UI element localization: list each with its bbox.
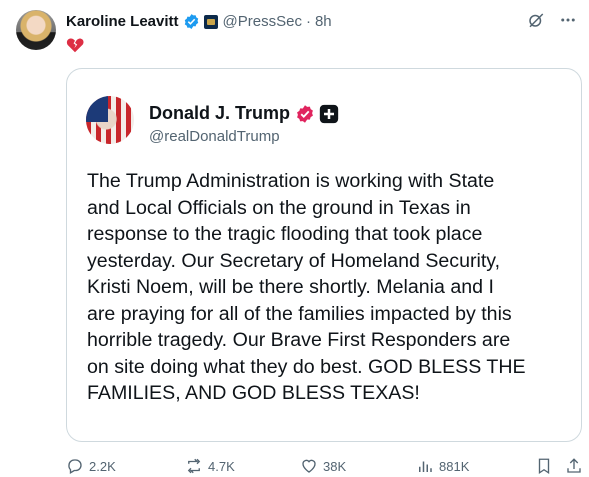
quoted-post-text: The Trump Administration is working with… <box>87 170 526 404</box>
views-icon <box>419 461 432 472</box>
quoted-author-header: Donald J. Trump <box>149 103 339 124</box>
views-button[interactable]: 881K <box>416 457 469 475</box>
views-count: 881K <box>439 458 470 474</box>
reply-button[interactable]: 2.2K <box>66 457 116 475</box>
truth-social-icon <box>319 104 339 124</box>
grok-icon[interactable] <box>527 11 545 34</box>
quoted-author-avatar[interactable] <box>86 96 134 144</box>
reply-icon <box>68 459 82 474</box>
broken-heart-icon <box>66 37 84 53</box>
bookmark-icon <box>538 458 550 475</box>
repost-icon <box>187 458 201 474</box>
author-avatar[interactable] <box>16 10 56 50</box>
like-icon <box>302 459 316 473</box>
action-bar: 2.2K 4.7K 38K 881K <box>66 457 586 477</box>
affiliate-flag-icon[interactable] <box>203 14 218 29</box>
share-icon <box>567 458 581 473</box>
bookmark-button[interactable] <box>535 457 558 475</box>
reply-count: 2.2K <box>89 458 116 474</box>
verified-badge-icon <box>183 13 200 30</box>
repost-button[interactable]: 4.7K <box>185 457 235 475</box>
share-button[interactable] <box>565 457 588 475</box>
post-time[interactable]: 8h <box>315 13 332 30</box>
more-icon[interactable] <box>559 11 577 34</box>
like-count: 38K <box>323 458 347 474</box>
quoted-author-name[interactable]: Donald J. Trump <box>149 103 290 124</box>
author-name[interactable]: Karoline Leavitt <box>66 13 179 30</box>
quoted-post[interactable]: Donald J. Trump @realDonaldTrump The Tru… <box>66 68 582 442</box>
repost-count: 4.7K <box>208 458 235 474</box>
post-top-actions <box>527 11 577 34</box>
like-button[interactable]: 38K <box>300 457 346 475</box>
author-handle: @PressSec <box>222 13 302 30</box>
separator-dot: · <box>305 13 311 30</box>
post-header: Karoline Leavitt @PressSec · 8h <box>66 13 332 30</box>
quoted-author-handle: @realDonaldTrump <box>149 128 280 145</box>
verified-badge-icon <box>295 104 315 124</box>
